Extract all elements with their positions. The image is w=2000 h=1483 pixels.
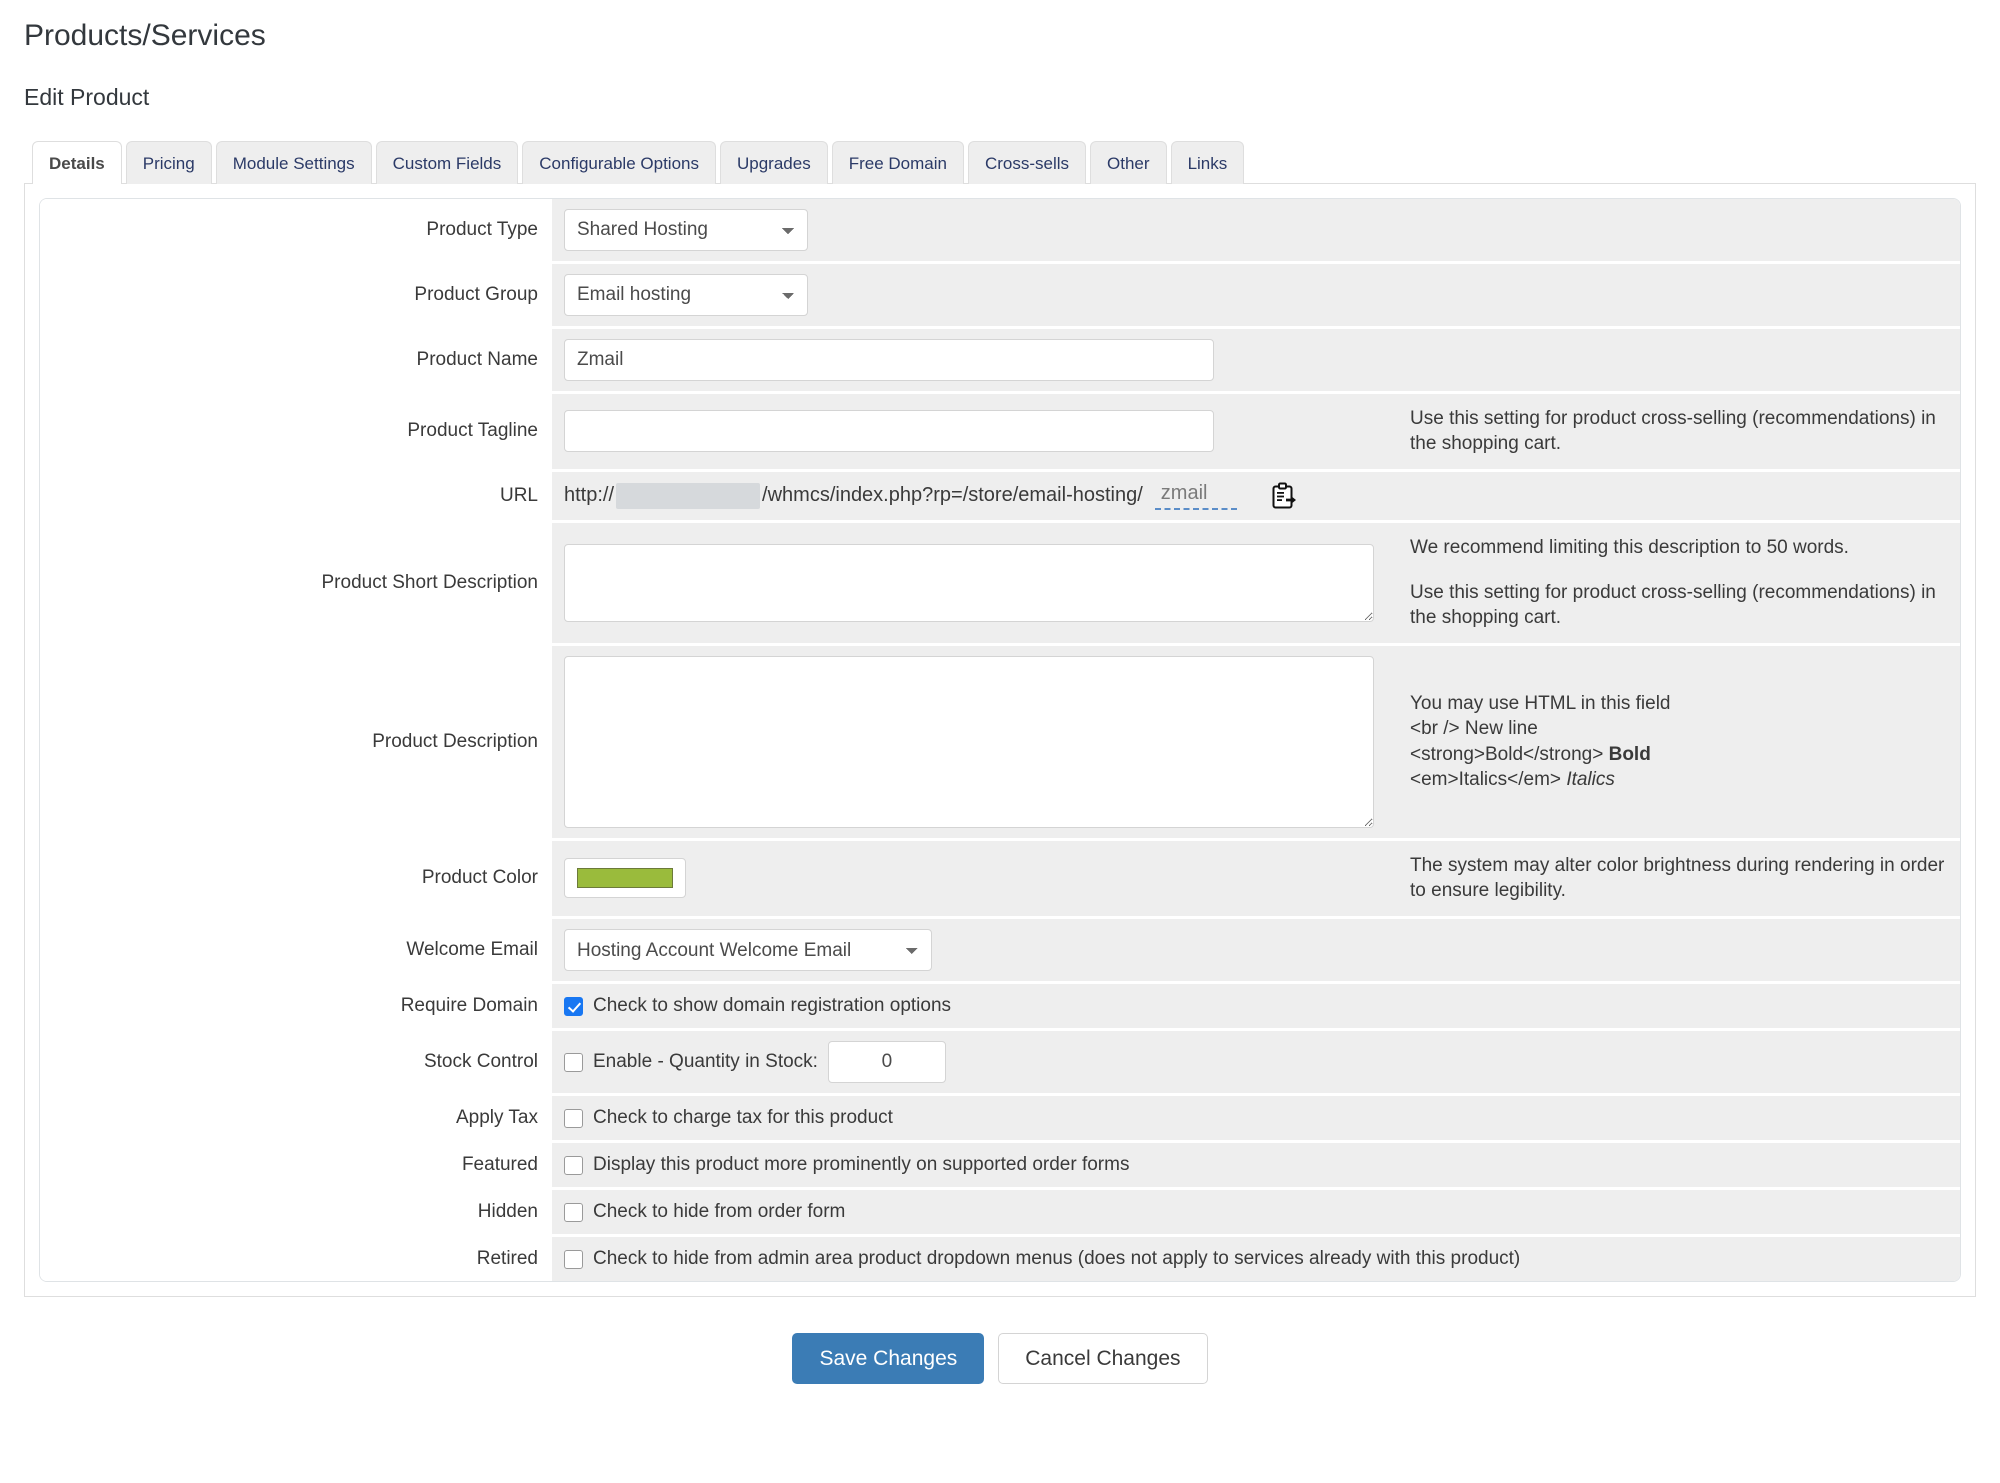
label-short-description: Product Short Description <box>40 522 552 643</box>
stock-control-label: Enable - Quantity in Stock: <box>593 1051 818 1073</box>
stock-control-field: Enable - Quantity in Stock: <box>564 1041 946 1084</box>
save-changes-button[interactable]: Save Changes <box>792 1333 985 1385</box>
product-color-swatch <box>577 868 673 889</box>
row-featured: Featured Display this product more promi… <box>40 1143 1960 1191</box>
paste-clipboard-icon[interactable] <box>1271 482 1297 510</box>
help-text-product-color: The system may alter color brightness du… <box>1410 854 1945 902</box>
row-url: URL http:// /whmcs/index.php?rp=/store/e… <box>40 471 1960 523</box>
row-retired: Retired Check to hide from admin area pr… <box>40 1237 1960 1282</box>
row-require-domain: Require Domain Check to show domain regi… <box>40 984 1960 1032</box>
featured-label: Display this product more prominently on… <box>593 1154 1130 1176</box>
label-product-tagline: Product Tagline <box>40 393 552 469</box>
label-welcome-email: Welcome Email <box>40 919 552 982</box>
hidden-label: Check to hide from order form <box>593 1201 846 1223</box>
help-html-em-sample: Italics <box>1566 769 1615 791</box>
tab-free-domain[interactable]: Free Domain <box>831 140 964 184</box>
help-html-strong-sample: Bold <box>1608 743 1651 765</box>
hidden-field[interactable]: Check to hide from order form <box>564 1201 845 1223</box>
stock-quantity-input[interactable] <box>827 1041 946 1084</box>
tab-pricing[interactable]: Pricing <box>125 140 212 184</box>
row-product-name: Product Name <box>40 328 1960 394</box>
help-short-description: We recommend limiting this description t… <box>1388 523 1960 643</box>
description-textarea[interactable] <box>564 655 1374 828</box>
tab-configurable-options[interactable]: Configurable Options <box>522 140 716 184</box>
section-subtitle: Edit Product <box>24 84 150 110</box>
product-name-input[interactable] <box>564 338 1214 381</box>
row-apply-tax: Apply Tax Check to charge tax for this p… <box>40 1096 1960 1144</box>
product-tabs: Details Pricing Module Settings Custom F… <box>24 140 1976 184</box>
tab-links[interactable]: Links <box>1170 140 1245 184</box>
label-apply-tax: Apply Tax <box>40 1096 552 1141</box>
page-title: Products/Services <box>24 19 266 52</box>
retired-field[interactable]: Check to hide from admin area product dr… <box>564 1248 1520 1270</box>
label-product-color: Product Color <box>40 840 552 917</box>
retired-checkbox[interactable] <box>564 1249 583 1269</box>
short-description-textarea[interactable] <box>564 543 1374 622</box>
label-product-type: Product Type <box>40 198 552 261</box>
help-description: You may use HTML in this field <br /> Ne… <box>1388 646 1960 838</box>
product-type-select[interactable]: Shared Hosting <box>564 208 808 251</box>
help-html-line-3: <strong>Bold</strong> Bold <box>1410 742 1946 768</box>
retired-label: Check to hide from admin area product dr… <box>593 1248 1521 1270</box>
tab-details[interactable]: Details <box>32 140 122 184</box>
tab-cross-sells[interactable]: Cross-sells <box>967 140 1087 184</box>
label-featured: Featured <box>40 1143 552 1188</box>
featured-checkbox[interactable] <box>564 1155 583 1175</box>
details-form-panel: Product Type Shared Hosting Product Grou… <box>39 197 1961 1283</box>
tab-module-settings[interactable]: Module Settings <box>215 140 372 184</box>
apply-tax-checkbox[interactable] <box>564 1108 583 1128</box>
apply-tax-label: Check to charge tax for this product <box>593 1107 893 1129</box>
require-domain-label: Check to show domain registration option… <box>593 995 952 1017</box>
label-stock-control: Stock Control <box>40 1031 552 1094</box>
label-require-domain: Require Domain <box>40 984 552 1029</box>
featured-field[interactable]: Display this product more prominently on… <box>564 1154 1129 1176</box>
url-slug-editable[interactable]: zmail <box>1154 482 1237 510</box>
url-path: /whmcs/index.php?rp=/store/email-hosting… <box>762 484 1143 507</box>
tab-custom-fields[interactable]: Custom Fields <box>375 140 519 184</box>
row-hidden: Hidden Check to hide from order form <box>40 1190 1960 1238</box>
edit-product-page: Products/Services Edit Product Details P… <box>0 18 2000 1424</box>
tab-content-details: Product Type Shared Hosting Product Grou… <box>24 182 1976 1298</box>
label-hidden: Hidden <box>40 1190 552 1235</box>
row-short-description: Product Short Description We recommend l… <box>40 522 1960 646</box>
tab-other[interactable]: Other <box>1090 140 1167 184</box>
help-text-tagline: Use this setting for product cross-selli… <box>1410 407 1936 455</box>
help-product-color: The system may alter color brightness du… <box>1388 841 1960 916</box>
help-text-short-desc-2: Use this setting for product cross-selli… <box>1410 581 1936 629</box>
product-tagline-input[interactable] <box>564 410 1214 453</box>
product-group-select[interactable]: Email hosting <box>564 273 808 316</box>
help-html-strong-code: <strong>Bold</strong> <box>1410 743 1604 765</box>
row-product-color: Product Color The system may alter color… <box>40 840 1960 920</box>
row-welcome-email: Welcome Email Hosting Account Welcome Em… <box>40 919 1960 985</box>
label-url: URL <box>40 471 552 520</box>
cancel-changes-button[interactable]: Cancel Changes <box>998 1333 1208 1385</box>
url-line: http:// /whmcs/index.php?rp=/store/email… <box>564 482 1297 510</box>
apply-tax-field[interactable]: Check to charge tax for this product <box>564 1107 893 1129</box>
welcome-email-select[interactable]: Hosting Account Welcome Email <box>564 929 932 972</box>
help-html-line-2: <br /> New line <box>1410 718 1538 740</box>
label-product-group: Product Group <box>40 263 552 326</box>
label-description: Product Description <box>40 645 552 838</box>
url-domain-redacted <box>616 482 761 509</box>
help-html-em-code: <em>Italics</em> <box>1410 769 1562 791</box>
row-description: Product Description You may use HTML in … <box>40 645 1960 841</box>
row-product-type: Product Type Shared Hosting <box>40 198 1960 264</box>
row-product-group: Product Group Email hosting <box>40 263 1960 329</box>
row-stock-control: Stock Control Enable - Quantity in Stock… <box>40 1031 1960 1097</box>
require-domain-field[interactable]: Check to show domain registration option… <box>564 995 951 1017</box>
hidden-checkbox[interactable] <box>564 1202 583 1222</box>
help-html-line-4: <em>Italics</em> Italics <box>1410 767 1946 793</box>
form-actions: Save Changes Cancel Changes <box>24 1333 1976 1385</box>
url-prefix: http:// <box>564 484 615 507</box>
stock-control-checkbox[interactable] <box>564 1052 583 1072</box>
require-domain-checkbox[interactable] <box>564 996 583 1016</box>
help-text-short-desc-1: We recommend limiting this description t… <box>1410 536 1849 558</box>
row-product-tagline: Product Tagline Use this setting for pro… <box>40 393 1960 472</box>
label-retired: Retired <box>40 1237 552 1282</box>
tab-upgrades[interactable]: Upgrades <box>719 140 828 184</box>
label-product-name: Product Name <box>40 328 552 391</box>
help-product-tagline: Use this setting for product cross-selli… <box>1388 394 1960 469</box>
product-color-picker[interactable] <box>564 858 686 899</box>
help-html-line-1: You may use HTML in this field <box>1410 692 1671 714</box>
